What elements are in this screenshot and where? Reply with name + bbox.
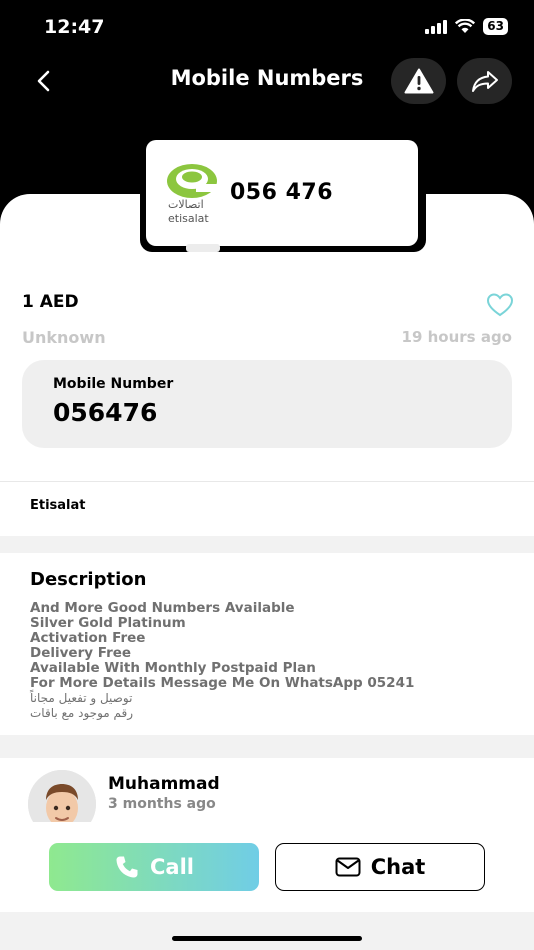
- logo-english-text: etisalat: [168, 212, 209, 225]
- call-button[interactable]: Call: [49, 843, 259, 891]
- description-line: For More Details Message Me On WhatsApp …: [30, 675, 415, 691]
- home-indicator[interactable]: [172, 936, 362, 941]
- price: 1 AED: [22, 292, 79, 312]
- mobile-number-label: Mobile Number: [53, 376, 174, 392]
- favorite-button[interactable]: [486, 292, 514, 318]
- operator-name: Etisalat: [30, 498, 86, 513]
- logo-arabic-text: اتصالات: [168, 198, 204, 211]
- heart-icon: [486, 293, 514, 317]
- description-line: Available With Monthly Postpaid Plan: [30, 660, 316, 676]
- mobile-number-value: 056476: [53, 398, 158, 427]
- back-button[interactable]: [26, 62, 60, 100]
- signal-icon: [425, 19, 448, 34]
- description-line: Silver Gold Platinum: [30, 615, 186, 631]
- description-section: Description And More Good Numbers Availa…: [0, 553, 534, 735]
- battery-indicator: 63: [483, 18, 508, 35]
- description-line: Delivery Free: [30, 645, 132, 661]
- etisalat-logo: اتصالات etisalat: [166, 162, 222, 228]
- description-line: رقم موجود مع باقات: [30, 706, 134, 720]
- posted-time: 19 hours ago: [401, 328, 512, 346]
- chat-button[interactable]: Chat: [275, 843, 485, 891]
- back-arrow-icon: [37, 70, 50, 92]
- seller-card[interactable]: Muhammad 3 months ago: [0, 758, 534, 828]
- call-label: Call: [150, 855, 194, 879]
- operator-row: Etisalat: [0, 482, 534, 536]
- status-icons: 63: [425, 18, 508, 35]
- warning-icon: [404, 68, 433, 94]
- mail-icon: [335, 857, 361, 877]
- description-body: And More Good Numbers Available Silver G…: [30, 601, 510, 721]
- location: Unknown: [22, 328, 106, 347]
- seller-joined: 3 months ago: [108, 796, 216, 812]
- description-line: And More Good Numbers Available: [30, 600, 295, 616]
- etisalat-logo-mark: [167, 164, 218, 198]
- avatar-memoji: [28, 770, 96, 828]
- description-heading: Description: [30, 569, 147, 590]
- report-button[interactable]: [391, 58, 446, 104]
- description-line: توصيل و تفعيل مجاناً: [30, 691, 133, 705]
- plate-number: 056 476: [230, 180, 334, 205]
- avatar: [28, 770, 96, 828]
- home-area: [0, 912, 534, 950]
- description-line: Activation Free: [30, 630, 146, 646]
- action-bar: Call Chat: [0, 822, 534, 912]
- phone-icon: [116, 856, 138, 878]
- plate-grip: [186, 244, 220, 252]
- status-time: 12:47: [44, 16, 105, 38]
- share-icon: [471, 71, 498, 92]
- share-button[interactable]: [457, 58, 512, 104]
- wifi-icon: [455, 19, 476, 33]
- chat-label: Chat: [370, 855, 426, 879]
- mobile-number-card: Mobile Number 056476: [22, 360, 512, 448]
- seller-name: Muhammad: [108, 774, 220, 794]
